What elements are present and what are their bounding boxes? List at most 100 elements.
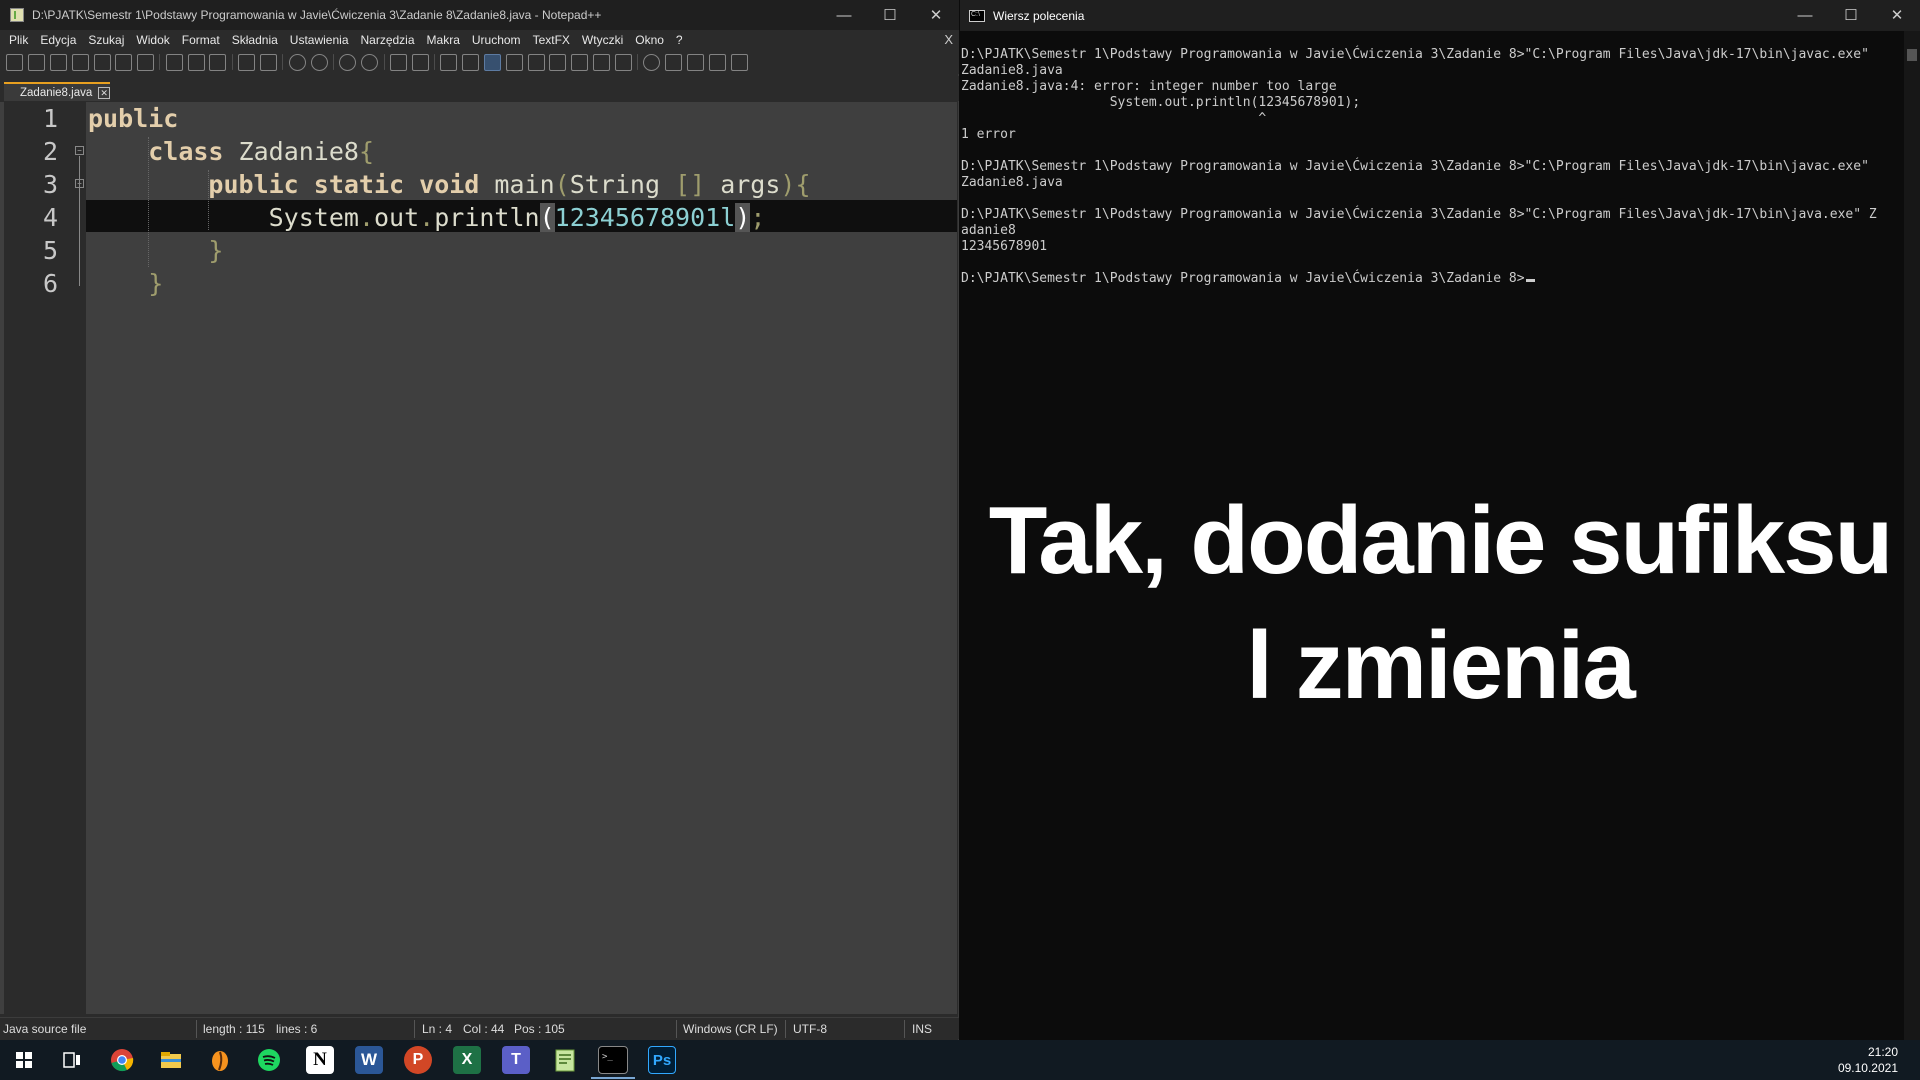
paren-match: ) — [735, 203, 751, 232]
indent-guide-icon[interactable] — [484, 53, 502, 71]
photoshop-icon[interactable]: Ps — [648, 1046, 676, 1074]
maximize-button[interactable]: ☐ — [867, 0, 913, 30]
clock-time: 21:20 — [1867, 1045, 1898, 1059]
word-icon[interactable]: W — [355, 1046, 383, 1074]
open-file-icon[interactable] — [28, 53, 46, 71]
zoom-out-icon[interactable] — [361, 53, 379, 71]
stop-macro-icon[interactable] — [665, 53, 683, 71]
menu-narzedzia[interactable]: Narzędzia — [355, 33, 421, 47]
vertical-scrollbar[interactable] — [1904, 31, 1920, 1040]
task-view-icon[interactable] — [58, 1046, 86, 1074]
close-button[interactable]: ✕ — [913, 0, 959, 30]
menu-plik[interactable]: Plik — [3, 33, 34, 47]
tab-label: Zadanie8.java — [20, 86, 93, 99]
notion-icon[interactable]: N — [306, 1046, 334, 1074]
cmd-console[interactable]: D:\PJATK\Semestr 1\Podstawy Programowani… — [960, 31, 1904, 1040]
menu-ustawienia[interactable]: Ustawienia — [284, 33, 355, 47]
tab-zadanie8-java[interactable]: Zadanie8.java ✕ — [4, 82, 110, 101]
minimize-button[interactable]: — — [1782, 0, 1828, 30]
brace: { — [358, 137, 375, 166]
menu-okno[interactable]: Okno — [629, 33, 670, 47]
file-explorer-icon[interactable] — [157, 1046, 185, 1074]
teams-icon[interactable]: T — [502, 1046, 530, 1074]
monitoring-icon[interactable] — [614, 53, 632, 71]
toolbar-separator — [282, 54, 284, 70]
line-number: 1 — [42, 104, 58, 133]
play-macro-icon[interactable] — [687, 53, 705, 71]
status-encoding[interactable]: UTF-8 — [793, 1022, 827, 1036]
scrollbar-thumb[interactable] — [1907, 49, 1917, 61]
language-icon[interactable] — [505, 53, 523, 71]
status-eol[interactable]: Windows (CR LF) — [683, 1022, 778, 1036]
paren-match: ( — [539, 203, 555, 232]
close-icon[interactable] — [93, 53, 111, 71]
fold-toggle-icon[interactable]: − — [75, 146, 84, 155]
run-macro-multiple-icon[interactable] — [708, 53, 726, 71]
function-list-icon[interactable] — [571, 53, 589, 71]
cmd-title-bar: C:\ Wiersz polecenia — ☐ ✕ — [960, 0, 1920, 31]
line-number: 2 — [42, 137, 58, 166]
spotify-icon[interactable] — [255, 1046, 283, 1074]
sync-vertical-icon[interactable] — [389, 53, 407, 71]
powerpoint-icon[interactable]: P — [404, 1046, 432, 1074]
zoom-in-icon[interactable] — [339, 53, 357, 71]
new-file-icon[interactable] — [6, 53, 24, 71]
copy-icon[interactable] — [187, 53, 205, 71]
console-prompt-line: D:\PJATK\Semestr 1\Podstawy Programowani… — [961, 271, 1535, 286]
save-all-icon[interactable] — [71, 53, 89, 71]
menu-makra[interactable]: Makra — [421, 33, 466, 47]
overlay-caption-line-1: Tak, dodanie sufiksu — [988, 487, 1893, 594]
document-map-icon[interactable] — [527, 53, 545, 71]
fl-studio-icon[interactable] — [206, 1046, 234, 1074]
save-macro-icon[interactable] — [730, 53, 748, 71]
menu-textfx[interactable]: TextFX — [527, 33, 576, 47]
menu-edycja[interactable]: Edycja — [34, 33, 82, 47]
menu-help[interactable]: ? — [670, 33, 689, 47]
chrome-icon[interactable] — [108, 1046, 136, 1074]
folder-workspace-icon[interactable] — [592, 53, 610, 71]
document-list-icon[interactable] — [549, 53, 567, 71]
keyword: public static void — [208, 170, 480, 199]
menu-widok[interactable]: Widok — [130, 33, 175, 47]
paste-icon[interactable] — [209, 53, 227, 71]
console-line: 12345678901 — [961, 239, 1048, 254]
command-prompt-icon[interactable]: >_ — [591, 1046, 635, 1079]
console-line: Zadanie8.java — [961, 175, 1063, 190]
identifier: System — [268, 203, 359, 232]
close-document-button[interactable]: X — [944, 32, 953, 47]
menu-wtyczki[interactable]: Wtyczki — [576, 33, 629, 47]
number-literal: 12345678901l — [554, 203, 736, 232]
code-line-6: } — [88, 269, 163, 298]
menu-uruchom[interactable]: Uruchom — [466, 33, 527, 47]
menu-szukaj[interactable]: Szukaj — [82, 33, 130, 47]
undo-icon[interactable] — [238, 53, 256, 71]
cut-icon[interactable] — [165, 53, 183, 71]
find-icon[interactable] — [288, 53, 306, 71]
sync-horizontal-icon[interactable] — [411, 53, 429, 71]
toolbar-separator — [637, 54, 639, 70]
show-all-characters-icon[interactable] — [462, 53, 480, 71]
redo-icon[interactable] — [259, 53, 277, 71]
code-editor[interactable]: 1 2 3 4 5 6 − − public class Zadanie8{ p… — [0, 102, 957, 1014]
menu-skladnia[interactable]: Składnia — [226, 33, 284, 47]
tab-close-icon[interactable]: ✕ — [98, 86, 110, 99]
windows-start-icon[interactable] — [10, 1046, 38, 1074]
notepad-plus-plus-icon[interactable] — [551, 1046, 579, 1074]
close-all-icon[interactable] — [115, 53, 133, 71]
record-macro-icon[interactable] — [643, 53, 661, 71]
clock-date: 09.10.2021 — [1837, 1061, 1898, 1075]
identifier: println — [434, 203, 540, 232]
close-button[interactable]: ✕ — [1874, 0, 1920, 30]
print-icon[interactable] — [137, 53, 155, 71]
word-wrap-icon[interactable] — [440, 53, 458, 71]
maximize-button[interactable]: ☐ — [1828, 0, 1874, 30]
line-number: 3 — [42, 170, 58, 199]
minimize-button[interactable]: — — [821, 0, 867, 30]
system-clock[interactable]: 21:20 09.10.2021 — [1838, 1044, 1898, 1076]
replace-icon[interactable] — [310, 53, 328, 71]
excel-icon[interactable]: X — [453, 1046, 481, 1074]
npp-toolbar — [0, 50, 959, 74]
save-icon[interactable] — [49, 53, 67, 71]
menu-format[interactable]: Format — [176, 33, 226, 47]
console-line: D:\PJATK\Semestr 1\Podstawy Programowani… — [961, 159, 1869, 174]
